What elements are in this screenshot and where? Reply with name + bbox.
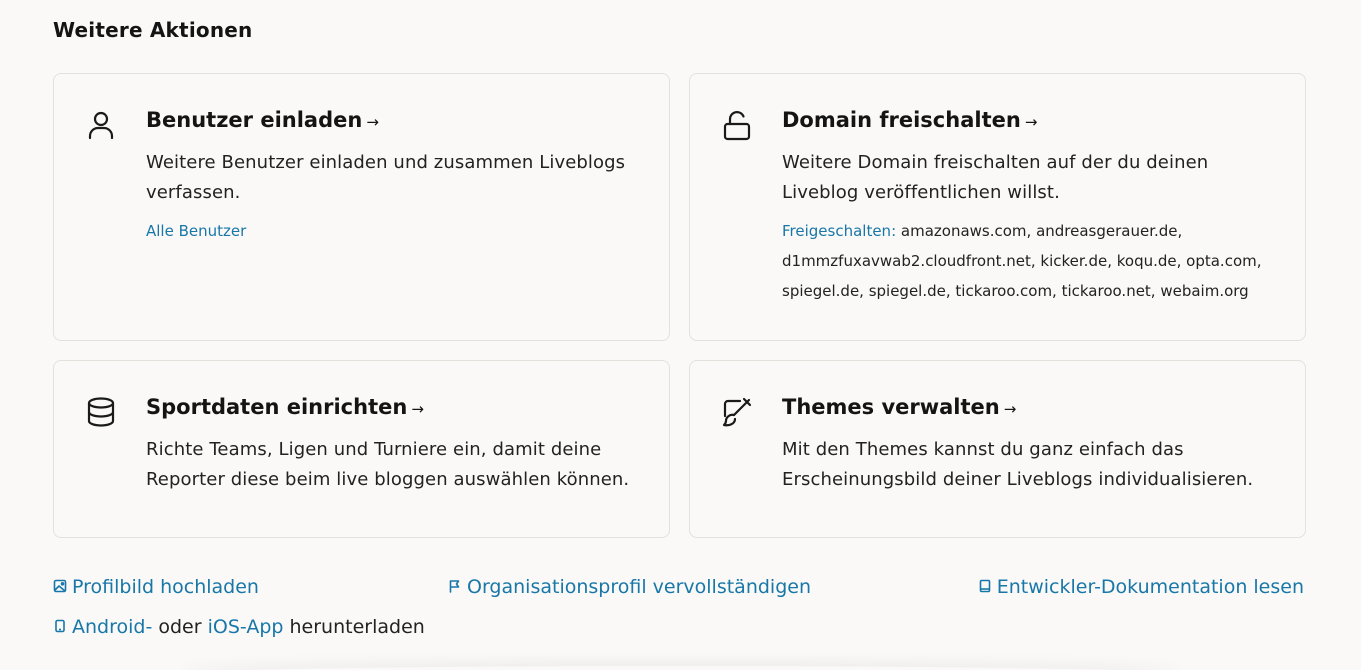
sports-data-link[interactable]: Sportdaten einrichten → bbox=[146, 393, 641, 423]
user-icon bbox=[84, 108, 118, 142]
profile-picture-row: Profilbild hochladen bbox=[53, 574, 259, 600]
card-invite-users: Benutzer einladen → Weitere Benutzer einl… bbox=[53, 73, 670, 341]
app-download-row: Android- oder iOS-App herunterladen bbox=[53, 614, 425, 640]
developer-docs-row: Entwickler-Dokumentation lesen bbox=[978, 574, 1304, 600]
organisation-profile-link[interactable]: Organisationsprofil vervollständigen bbox=[467, 576, 811, 598]
flag-icon bbox=[448, 579, 462, 593]
database-icon bbox=[84, 395, 118, 429]
card-description: Mit den Themes kannst du ganz einfach da… bbox=[782, 439, 1254, 490]
bottom-shadow bbox=[180, 666, 1181, 670]
card-description: Richte Teams, Ligen und Turniere ein, da… bbox=[146, 439, 630, 490]
image-icon bbox=[53, 579, 67, 593]
page: Weitere Aktionen Benutzer einladen → Weit… bbox=[0, 0, 1361, 670]
unlock-domain-link[interactable]: Domain freischalten → bbox=[782, 106, 1277, 136]
download-text: herunterladen bbox=[289, 616, 425, 638]
invite-users-link[interactable]: Benutzer einladen → bbox=[146, 106, 641, 136]
card-unlock-domain: Domain freischalten → Weitere Domain frei… bbox=[689, 73, 1306, 341]
android-app-link[interactable]: Android- bbox=[72, 616, 152, 638]
card-title: Domain freischalten bbox=[782, 108, 1021, 132]
section-title: Weitere Aktionen bbox=[53, 18, 253, 42]
card-manage-themes: Themes verwalten → Mit den Themes kannst … bbox=[689, 360, 1306, 538]
unlock-icon bbox=[720, 108, 754, 142]
card-description: Weitere Benutzer einladen und zusammen L… bbox=[146, 152, 626, 203]
ios-app-link[interactable]: iOS-App bbox=[208, 616, 284, 638]
card-title: Themes verwalten bbox=[782, 395, 1000, 419]
arrow-right-icon: → bbox=[1024, 113, 1038, 131]
arrow-right-icon: → bbox=[411, 400, 424, 418]
smartphone-icon bbox=[53, 619, 67, 633]
profile-picture-link[interactable]: Profilbild hochladen bbox=[72, 576, 259, 598]
arrow-right-icon: → bbox=[366, 113, 379, 131]
unlocked-domains: Freigeschalten: amazonaws.com, andreasge… bbox=[782, 216, 1277, 306]
developer-docs-link[interactable]: Entwickler-Dokumentation lesen bbox=[997, 576, 1304, 598]
paint-brush-icon bbox=[720, 395, 754, 429]
unlocked-label: Freigeschalten: bbox=[782, 222, 897, 240]
manage-themes-link[interactable]: Themes verwalten → bbox=[782, 393, 1277, 423]
all-users-link[interactable]: Alle Benutzer bbox=[146, 222, 246, 240]
card-title: Benutzer einladen bbox=[146, 108, 363, 132]
card-sports-data: Sportdaten einrichten → Richte Teams, Lig… bbox=[53, 360, 670, 538]
organisation-profile-row: Organisationsprofil vervollständigen bbox=[448, 574, 811, 600]
card-description: Weitere Domain freischalten auf der du d… bbox=[782, 152, 1209, 203]
book-icon bbox=[978, 579, 992, 593]
or-text: oder bbox=[158, 616, 202, 638]
arrow-right-icon: → bbox=[1003, 400, 1017, 418]
card-title: Sportdaten einrichten bbox=[146, 395, 408, 419]
